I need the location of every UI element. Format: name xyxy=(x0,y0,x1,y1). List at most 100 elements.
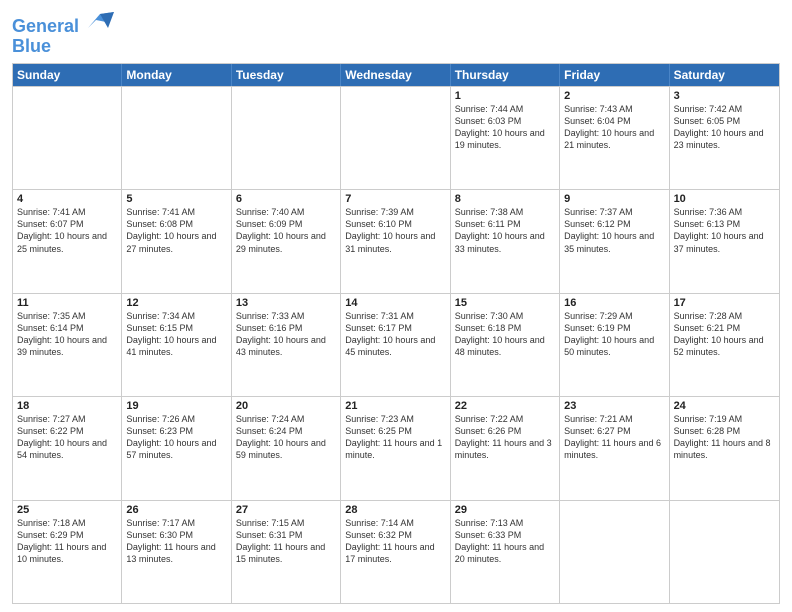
day-number: 4 xyxy=(17,193,117,205)
day-info: Sunrise: 7:18 AM Sunset: 6:29 PM Dayligh… xyxy=(17,517,117,566)
calendar-cell: 10Sunrise: 7:36 AM Sunset: 6:13 PM Dayli… xyxy=(670,190,779,292)
day-number: 11 xyxy=(17,297,117,309)
calendar-cell: 21Sunrise: 7:23 AM Sunset: 6:25 PM Dayli… xyxy=(341,397,450,499)
calendar-header: SundayMondayTuesdayWednesdayThursdayFrid… xyxy=(13,64,779,86)
day-number: 16 xyxy=(564,297,664,309)
weekday-header: Wednesday xyxy=(341,64,450,86)
day-info: Sunrise: 7:41 AM Sunset: 6:07 PM Dayligh… xyxy=(17,206,117,255)
calendar-cell: 29Sunrise: 7:13 AM Sunset: 6:33 PM Dayli… xyxy=(451,501,560,603)
weekday-header: Thursday xyxy=(451,64,560,86)
calendar-cell: 24Sunrise: 7:19 AM Sunset: 6:28 PM Dayli… xyxy=(670,397,779,499)
day-number: 29 xyxy=(455,504,555,516)
day-info: Sunrise: 7:38 AM Sunset: 6:11 PM Dayligh… xyxy=(455,206,555,255)
day-info: Sunrise: 7:22 AM Sunset: 6:26 PM Dayligh… xyxy=(455,413,555,462)
day-number: 26 xyxy=(126,504,226,516)
logo-blue: Blue xyxy=(12,37,114,57)
calendar-cell: 9Sunrise: 7:37 AM Sunset: 6:12 PM Daylig… xyxy=(560,190,669,292)
day-info: Sunrise: 7:28 AM Sunset: 6:21 PM Dayligh… xyxy=(674,310,775,359)
day-number: 2 xyxy=(564,90,664,102)
weekday-header: Sunday xyxy=(13,64,122,86)
weekday-header: Friday xyxy=(560,64,669,86)
day-number: 28 xyxy=(345,504,445,516)
day-info: Sunrise: 7:44 AM Sunset: 6:03 PM Dayligh… xyxy=(455,103,555,152)
calendar-cell: 7Sunrise: 7:39 AM Sunset: 6:10 PM Daylig… xyxy=(341,190,450,292)
day-number: 19 xyxy=(126,400,226,412)
day-info: Sunrise: 7:42 AM Sunset: 6:05 PM Dayligh… xyxy=(674,103,775,152)
day-info: Sunrise: 7:36 AM Sunset: 6:13 PM Dayligh… xyxy=(674,206,775,255)
calendar-cell xyxy=(13,87,122,189)
calendar-cell: 17Sunrise: 7:28 AM Sunset: 6:21 PM Dayli… xyxy=(670,294,779,396)
calendar-cell: 3Sunrise: 7:42 AM Sunset: 6:05 PM Daylig… xyxy=(670,87,779,189)
day-number: 20 xyxy=(236,400,336,412)
calendar-cell: 4Sunrise: 7:41 AM Sunset: 6:07 PM Daylig… xyxy=(13,190,122,292)
day-info: Sunrise: 7:21 AM Sunset: 6:27 PM Dayligh… xyxy=(564,413,664,462)
calendar-row: 4Sunrise: 7:41 AM Sunset: 6:07 PM Daylig… xyxy=(13,189,779,292)
day-number: 25 xyxy=(17,504,117,516)
calendar-cell xyxy=(122,87,231,189)
day-number: 23 xyxy=(564,400,664,412)
day-info: Sunrise: 7:39 AM Sunset: 6:10 PM Dayligh… xyxy=(345,206,445,255)
day-info: Sunrise: 7:24 AM Sunset: 6:24 PM Dayligh… xyxy=(236,413,336,462)
calendar-cell xyxy=(232,87,341,189)
day-number: 21 xyxy=(345,400,445,412)
header: General Blue xyxy=(12,10,780,57)
day-info: Sunrise: 7:14 AM Sunset: 6:32 PM Dayligh… xyxy=(345,517,445,566)
day-number: 22 xyxy=(455,400,555,412)
calendar-cell: 23Sunrise: 7:21 AM Sunset: 6:27 PM Dayli… xyxy=(560,397,669,499)
day-info: Sunrise: 7:41 AM Sunset: 6:08 PM Dayligh… xyxy=(126,206,226,255)
day-info: Sunrise: 7:23 AM Sunset: 6:25 PM Dayligh… xyxy=(345,413,445,462)
day-number: 14 xyxy=(345,297,445,309)
calendar: SundayMondayTuesdayWednesdayThursdayFrid… xyxy=(12,63,780,604)
calendar-cell: 8Sunrise: 7:38 AM Sunset: 6:11 PM Daylig… xyxy=(451,190,560,292)
calendar-row: 18Sunrise: 7:27 AM Sunset: 6:22 PM Dayli… xyxy=(13,396,779,499)
day-info: Sunrise: 7:27 AM Sunset: 6:22 PM Dayligh… xyxy=(17,413,117,462)
calendar-cell: 26Sunrise: 7:17 AM Sunset: 6:30 PM Dayli… xyxy=(122,501,231,603)
day-info: Sunrise: 7:43 AM Sunset: 6:04 PM Dayligh… xyxy=(564,103,664,152)
calendar-cell: 14Sunrise: 7:31 AM Sunset: 6:17 PM Dayli… xyxy=(341,294,450,396)
day-number: 5 xyxy=(126,193,226,205)
day-number: 27 xyxy=(236,504,336,516)
calendar-cell: 11Sunrise: 7:35 AM Sunset: 6:14 PM Dayli… xyxy=(13,294,122,396)
day-info: Sunrise: 7:31 AM Sunset: 6:17 PM Dayligh… xyxy=(345,310,445,359)
calendar-cell: 22Sunrise: 7:22 AM Sunset: 6:26 PM Dayli… xyxy=(451,397,560,499)
logo-general: General xyxy=(12,16,79,36)
day-number: 9 xyxy=(564,193,664,205)
calendar-row: 11Sunrise: 7:35 AM Sunset: 6:14 PM Dayli… xyxy=(13,293,779,396)
day-info: Sunrise: 7:40 AM Sunset: 6:09 PM Dayligh… xyxy=(236,206,336,255)
day-info: Sunrise: 7:30 AM Sunset: 6:18 PM Dayligh… xyxy=(455,310,555,359)
calendar-cell: 19Sunrise: 7:26 AM Sunset: 6:23 PM Dayli… xyxy=(122,397,231,499)
calendar-cell: 25Sunrise: 7:18 AM Sunset: 6:29 PM Dayli… xyxy=(13,501,122,603)
weekday-header: Tuesday xyxy=(232,64,341,86)
day-info: Sunrise: 7:15 AM Sunset: 6:31 PM Dayligh… xyxy=(236,517,336,566)
weekday-header: Saturday xyxy=(670,64,779,86)
weekday-header: Monday xyxy=(122,64,231,86)
day-info: Sunrise: 7:17 AM Sunset: 6:30 PM Dayligh… xyxy=(126,517,226,566)
logo-text: General xyxy=(12,10,114,37)
calendar-cell: 20Sunrise: 7:24 AM Sunset: 6:24 PM Dayli… xyxy=(232,397,341,499)
calendar-cell xyxy=(560,501,669,603)
day-info: Sunrise: 7:35 AM Sunset: 6:14 PM Dayligh… xyxy=(17,310,117,359)
calendar-cell: 12Sunrise: 7:34 AM Sunset: 6:15 PM Dayli… xyxy=(122,294,231,396)
day-info: Sunrise: 7:33 AM Sunset: 6:16 PM Dayligh… xyxy=(236,310,336,359)
calendar-cell xyxy=(341,87,450,189)
day-info: Sunrise: 7:13 AM Sunset: 6:33 PM Dayligh… xyxy=(455,517,555,566)
day-number: 13 xyxy=(236,297,336,309)
day-number: 24 xyxy=(674,400,775,412)
calendar-cell: 18Sunrise: 7:27 AM Sunset: 6:22 PM Dayli… xyxy=(13,397,122,499)
day-number: 8 xyxy=(455,193,555,205)
day-info: Sunrise: 7:26 AM Sunset: 6:23 PM Dayligh… xyxy=(126,413,226,462)
day-info: Sunrise: 7:19 AM Sunset: 6:28 PM Dayligh… xyxy=(674,413,775,462)
day-number: 7 xyxy=(345,193,445,205)
day-number: 3 xyxy=(674,90,775,102)
day-info: Sunrise: 7:37 AM Sunset: 6:12 PM Dayligh… xyxy=(564,206,664,255)
calendar-cell: 15Sunrise: 7:30 AM Sunset: 6:18 PM Dayli… xyxy=(451,294,560,396)
calendar-cell: 27Sunrise: 7:15 AM Sunset: 6:31 PM Dayli… xyxy=(232,501,341,603)
day-number: 18 xyxy=(17,400,117,412)
logo-bird-icon xyxy=(86,10,114,32)
day-number: 17 xyxy=(674,297,775,309)
day-number: 12 xyxy=(126,297,226,309)
day-number: 1 xyxy=(455,90,555,102)
calendar-row: 1Sunrise: 7:44 AM Sunset: 6:03 PM Daylig… xyxy=(13,86,779,189)
day-number: 6 xyxy=(236,193,336,205)
calendar-cell: 16Sunrise: 7:29 AM Sunset: 6:19 PM Dayli… xyxy=(560,294,669,396)
